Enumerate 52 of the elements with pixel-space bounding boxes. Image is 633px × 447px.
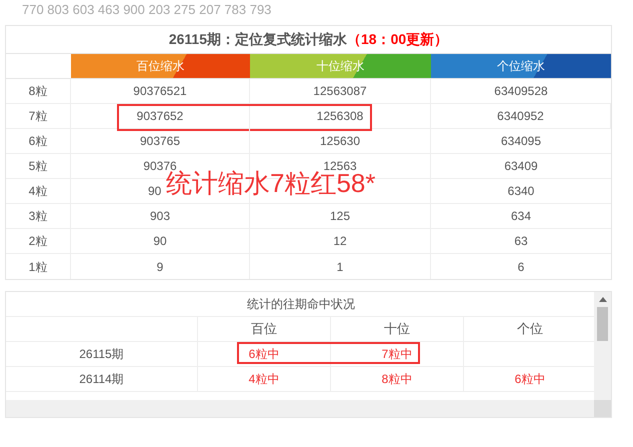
table-cell-text: 6340 — [508, 183, 534, 200]
row-label: 1粒 — [6, 254, 71, 279]
table-cell-text: 9 — [156, 258, 164, 276]
table-cell-text: 90 — [148, 183, 162, 200]
table-cell-text: 63409528 — [494, 83, 548, 100]
table-cell-text: 634 — [510, 208, 532, 225]
column-header: 百位缩水 — [71, 54, 250, 78]
table-cell-text: 12 — [333, 233, 347, 250]
update-note: （18：00更新） — [347, 30, 448, 49]
table-cell-text: 12563 — [323, 158, 357, 173]
row-label: 6粒 — [6, 129, 71, 153]
table-cell-text: 90376521 — [133, 83, 187, 100]
table-cell-text: 903765 — [140, 133, 180, 150]
hit-result: 6粒中 — [248, 346, 280, 363]
scroll-up-icon[interactable] — [598, 297, 606, 302]
table-title: 26115期：定位复式统计缩水 — [168, 30, 347, 49]
hit-result: 8粒中 — [382, 371, 412, 388]
annotation-text: 统计缩水7粒红58* — [166, 170, 376, 196]
row-label: 4粒 — [6, 179, 71, 203]
row-label: 8粒 — [6, 79, 71, 103]
number-list: 770 803 603 463 900 203 275 207 783 793 — [22, 2, 272, 17]
row-label: 5粒 — [6, 154, 71, 178]
table-cell-text: 634095 — [500, 133, 542, 150]
hit-result: 4粒中 — [248, 371, 280, 388]
table-cell-text: 6340952 — [497, 108, 544, 125]
table-cell-text: 63 — [514, 233, 528, 250]
column-header: 个位 — [516, 320, 544, 338]
row-label: 7粒 — [6, 104, 71, 128]
table-cell-text: 1256308 — [316, 108, 364, 125]
row-label: 3粒 — [6, 204, 71, 228]
scrollbar-thumb[interactable] — [597, 307, 608, 341]
column-header: 个位缩水 — [431, 54, 611, 78]
column-header: 十位缩水 — [250, 54, 431, 78]
history-title: 统计的往期命中状况 — [247, 296, 355, 313]
column-header: 百位 — [198, 317, 331, 341]
table-cell-text: 12563087 — [313, 83, 367, 100]
period-cell: 26114期 — [6, 367, 198, 391]
table-cell-text: 6 — [518, 258, 524, 276]
hit-result: 7粒中 — [382, 346, 412, 363]
table-cell-text: 9037652 — [136, 108, 184, 125]
hit-result: 6粒中 — [514, 371, 546, 388]
table-cell-text: 125630 — [320, 133, 360, 150]
table-cell-text: 90 — [153, 233, 167, 250]
period-cell: 26115期 — [6, 342, 198, 366]
table-cell-text: 903 — [150, 208, 170, 225]
table-cell-text: 125 — [330, 208, 350, 225]
row-label: 2粒 — [6, 229, 71, 253]
column-header: 十位 — [331, 317, 464, 341]
table-cell-text: 1 — [336, 258, 344, 276]
table-cell-text: 63409 — [504, 158, 538, 175]
horizontal-scrollbar[interactable] — [6, 400, 596, 417]
vertical-scrollbar[interactable] — [594, 292, 611, 402]
